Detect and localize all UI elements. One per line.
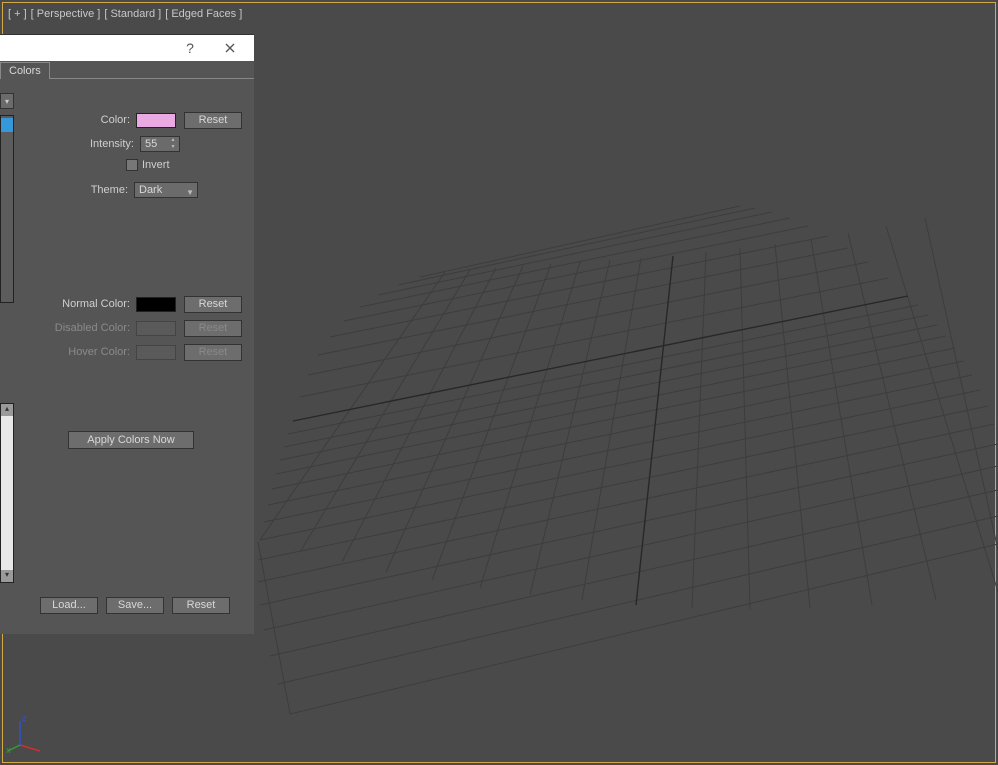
theme-label: Theme: [91,184,128,196]
hover-reset-button: Reset [184,344,242,361]
category-list-selected[interactable] [1,118,13,132]
chevron-down-icon: ▼ [186,186,194,200]
color-swatch[interactable] [136,113,176,128]
normal-color-swatch[interactable] [136,297,176,312]
colors-dialog: ? Colors ▾ ▴ ▾ Color: Reset Intensity: [0,34,254,634]
save-button[interactable]: Save... [106,597,164,614]
row-disabled-color: Disabled Color: Reset [20,319,242,337]
intensity-label: Intensity: [90,138,134,150]
close-icon [225,43,235,53]
dialog-bottom-buttons: Load... Save... Reset [40,597,230,614]
hover-color-label: Hover Color: [68,346,130,358]
viewport-menu-plus[interactable]: [ + ] [8,8,27,20]
tab-strip: Colors [0,61,254,79]
row-hover-color: Hover Color: Reset [20,343,242,361]
row-intensity: Intensity: 55 ▴▾ [20,135,242,153]
color-label: Color: [101,114,130,126]
reset-all-button[interactable]: Reset [172,597,230,614]
tab-colors[interactable]: Colors [0,62,50,79]
apply-colors-button[interactable]: Apply Colors Now [68,431,194,449]
scroll-up-icon[interactable]: ▴ [1,404,13,416]
help-button[interactable]: ? [170,35,210,61]
invert-checkbox[interactable] [126,159,138,171]
viewport-label-bar: [ + ] [ Perspective ] [ Standard ] [ Edg… [8,8,242,20]
viewport-menu-perspective[interactable]: [ Perspective ] [31,8,101,20]
category-dropdown[interactable]: ▾ [0,93,14,109]
axis-z-label: z [22,713,27,723]
row-invert: Invert [126,159,242,171]
disabled-color-label: Disabled Color: [55,322,130,334]
intensity-value: 55 [145,138,157,150]
invert-label: Invert [142,159,170,171]
scroll-down-icon[interactable]: ▾ [1,570,13,582]
disabled-color-swatch [136,321,176,336]
intensity-spinner[interactable]: 55 ▴▾ [140,136,180,152]
viewport-menu-edged-faces[interactable]: [ Edged Faces ] [165,8,242,20]
viewport-menu-standard[interactable]: [ Standard ] [104,8,161,20]
axis-gizmo: x z [6,713,46,753]
color-reset-button[interactable]: Reset [184,112,242,129]
load-button[interactable]: Load... [40,597,98,614]
spinner-arrows-icon[interactable]: ▴▾ [167,137,179,151]
theme-select[interactable]: Dark ▼ [134,182,198,198]
description-box[interactable]: ▴ ▾ [0,403,14,583]
normal-color-label: Normal Color: [62,298,130,310]
category-list[interactable] [0,115,14,303]
normal-reset-button[interactable]: Reset [184,296,242,313]
category-panel: ▾ ▴ ▾ [0,93,14,573]
color-form: Color: Reset Intensity: 55 ▴▾ Invert The… [20,111,242,449]
dialog-titlebar: ? [0,35,254,61]
axis-x-label: x [6,745,11,753]
disabled-reset-button: Reset [184,320,242,337]
row-color: Color: Reset [20,111,242,129]
hover-color-swatch [136,345,176,360]
row-normal-color: Normal Color: Reset [20,295,242,313]
theme-value: Dark [139,184,162,196]
row-theme: Theme: Dark ▼ [20,181,242,199]
close-button[interactable] [210,35,250,61]
